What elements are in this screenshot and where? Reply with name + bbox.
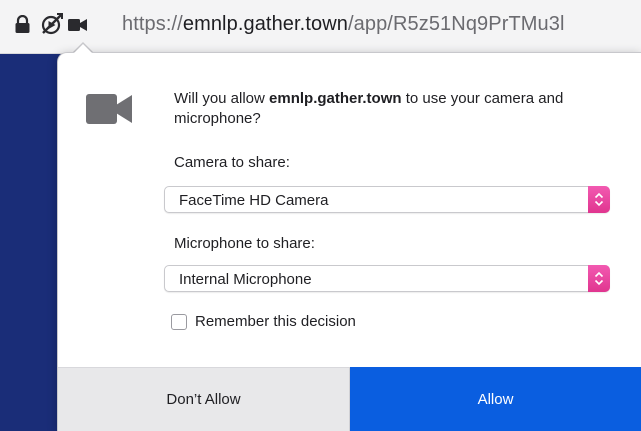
prompt-prefix: Will you allow <box>174 90 270 107</box>
permission-prompt: Will you allow emnlp.gather.town to use … <box>174 89 594 129</box>
panel-arrow <box>74 44 92 53</box>
permission-dialog: Will you allow emnlp.gather.town to use … <box>57 52 641 431</box>
url-field[interactable]: https://emnlp.gather.town/app/R5z51Nq9Pr… <box>122 13 565 36</box>
microphone-select[interactable]: Internal Microphone <box>164 265 610 292</box>
microphone-select-stepper-icon[interactable] <box>588 265 610 292</box>
remember-label[interactable]: Remember this decision <box>195 313 356 330</box>
dialog-footer: Don’t Allow Allow <box>58 367 641 431</box>
url-path: /app/R5z51Nq9PrTMu3l <box>347 13 565 35</box>
url-prefix: https:// <box>122 13 183 35</box>
camera-icon <box>86 93 134 130</box>
autoplay-blocked-icon[interactable] <box>40 12 64 41</box>
dont-allow-button[interactable]: Don’t Allow <box>58 367 350 431</box>
page-background-edge <box>0 54 58 431</box>
prompt-host: emnlp.gather.town <box>269 90 402 107</box>
remember-checkbox[interactable] <box>171 314 187 330</box>
camera-select-stepper-icon[interactable] <box>588 186 610 213</box>
microphone-label: Microphone to share: <box>174 235 315 252</box>
camera-icon[interactable] <box>68 18 88 37</box>
camera-label: Camera to share: <box>174 154 290 171</box>
url-host: emnlp.gather.town <box>182 13 348 35</box>
address-bar: https://emnlp.gather.town/app/R5z51Nq9Pr… <box>0 0 641 54</box>
allow-button[interactable]: Allow <box>350 367 641 431</box>
camera-select[interactable]: FaceTime HD Camera <box>164 186 610 213</box>
lock-icon[interactable] <box>14 14 31 39</box>
camera-select-value: FaceTime HD Camera <box>179 192 329 209</box>
microphone-select-value: Internal Microphone <box>179 271 312 288</box>
